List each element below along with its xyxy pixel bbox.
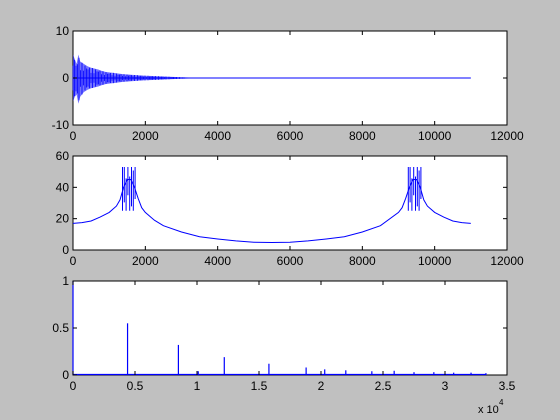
x-tick-label: 3.5 (499, 379, 516, 393)
x-multiplier-base: x 10 (478, 404, 499, 416)
middle-plot-area (72, 155, 508, 251)
x-tick-label: 8000 (349, 129, 376, 143)
y-tick-label: 0 (62, 71, 69, 85)
x-tick-label: 10000 (418, 129, 452, 143)
x-tick-label: 1 (194, 379, 201, 393)
x-tick-label: 2000 (132, 254, 159, 268)
middle-plot: 0 2000 4000 6000 8000 10000 12000 0 20 40 60 (56, 149, 524, 268)
y-tick-label: 60 (56, 149, 70, 163)
x-multiplier-exponent: 4 (499, 398, 504, 407)
x-tick-label: 12000 (490, 129, 524, 143)
y-tick-label: 0 (62, 243, 69, 257)
bottom-plot-area (72, 280, 508, 376)
y-tick-label: -10 (52, 118, 70, 132)
x-tick-label: 1.5 (251, 379, 268, 393)
x-tick-label: 8000 (349, 254, 376, 268)
x-tick-label: 12000 (490, 254, 524, 268)
x-tick-label: 2000 (132, 129, 159, 143)
x-tick-label: 0.5 (127, 379, 144, 393)
x-tick-label: 0 (70, 379, 77, 393)
top-plot: 0 2000 4000 6000 8000 10000 12000-10010 (52, 24, 524, 143)
y-tick-label: 10 (56, 24, 70, 38)
y-tick-label: 0.5 (52, 321, 69, 335)
x-tick-label: 6000 (277, 129, 304, 143)
x-tick-label: 10000 (418, 254, 452, 268)
x-tick-label: 3 (442, 379, 449, 393)
x-tick-label: 0 (70, 129, 77, 143)
x-tick-label: 4000 (204, 254, 231, 268)
x-tick-label: 2.5 (375, 379, 392, 393)
y-tick-label: 20 (56, 212, 70, 226)
y-tick-label: 40 (56, 180, 70, 194)
y-tick-label: 0 (62, 368, 69, 382)
y-tick-label: 1 (62, 274, 69, 288)
x-tick-label: 2 (318, 379, 325, 393)
x-tick-label: 0 (70, 254, 77, 268)
figure: 0 2000 4000 6000 8000 10000 12000-10010 0 2000 4… (0, 0, 560, 420)
x-tick-label: 6000 (277, 254, 304, 268)
x-tick-label: 4000 (204, 129, 231, 143)
